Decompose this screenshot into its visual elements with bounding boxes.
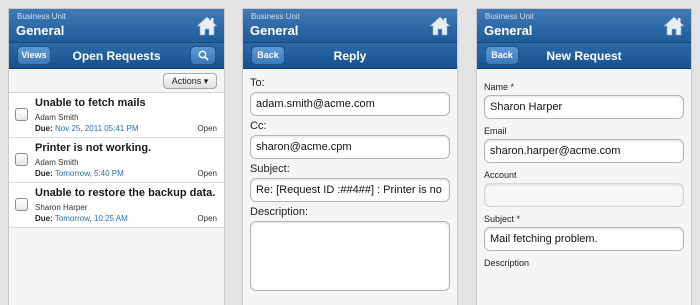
status-text: Open <box>197 124 217 133</box>
requester-name: Sharon Harper <box>35 203 88 212</box>
list-item[interactable]: Unable to fetch mails Adam Smith Due: No… <box>9 93 224 138</box>
business-unit-value[interactable]: General <box>250 23 298 38</box>
toolbar: Views Open Requests <box>9 43 224 69</box>
business-unit-label: Business Unit <box>251 12 300 21</box>
subject-field[interactable]: Re: [Request ID :##4##] : Printer is no <box>250 178 450 202</box>
search-icon <box>198 50 209 61</box>
due-value: Nov 25, 2011 05:41 PM <box>55 124 139 133</box>
app-header: Business Unit General <box>243 9 457 43</box>
select-checkbox[interactable] <box>15 153 28 166</box>
business-unit-value[interactable]: General <box>16 23 64 38</box>
due-value: Tomorrow, 5:40 PM <box>54 169 124 178</box>
requester-name: Adam Smith <box>35 158 79 167</box>
app-header: Business Unit General <box>9 9 224 43</box>
email-field[interactable]: sharon.harper@acme.com <box>484 139 684 163</box>
name-label: Name * <box>484 82 515 92</box>
subject-label: Subject * <box>484 214 521 224</box>
status-text: Open <box>197 214 217 223</box>
to-label: To: <box>250 77 265 89</box>
open-requests-screen: Business Unit General Views Open Request… <box>8 8 225 305</box>
request-list: Unable to fetch mails Adam Smith Due: No… <box>9 93 224 228</box>
due-date: Due: Tomorrow, 10:25 AM <box>35 214 128 223</box>
business-unit-label: Business Unit <box>17 12 66 21</box>
home-icon[interactable] <box>196 15 218 37</box>
name-field[interactable]: Sharon Harper <box>484 95 684 119</box>
home-icon[interactable] <box>663 15 685 37</box>
reply-screen: Business Unit General Back Reply To: ada… <box>242 8 458 305</box>
new-request-screen: Business Unit General Back New Request N… <box>476 8 692 305</box>
page-title: Reply <box>333 49 367 63</box>
to-field[interactable]: adam.smith@acme.com <box>250 92 450 116</box>
select-checkbox[interactable] <box>15 108 28 121</box>
requester-name: Adam Smith <box>35 113 79 122</box>
home-icon[interactable] <box>429 15 451 37</box>
actions-dropdown[interactable]: Actions ▾ <box>163 73 217 89</box>
status-text: Open <box>197 169 217 178</box>
page-title: New Request <box>546 49 622 63</box>
due-label: Due: <box>35 169 53 178</box>
list-item[interactable]: Printer is not working. Adam Smith Due: … <box>9 138 224 183</box>
subject-label: Subject: <box>250 163 290 175</box>
list-item[interactable]: Unable to restore the backup data. Sharo… <box>9 183 224 228</box>
reply-form: To: adam.smith@acme.com Cc: sharon@acme.… <box>243 69 457 291</box>
page-title: Open Requests <box>72 49 161 63</box>
cc-label: Cc: <box>250 120 267 132</box>
request-title: Unable to restore the backup data. <box>35 187 216 199</box>
actions-row: Actions ▾ <box>9 69 224 93</box>
new-request-form: Name * Sharon Harper Email sharon.harper… <box>477 69 691 270</box>
due-value: Tomorrow, 10:25 AM <box>54 214 128 223</box>
due-label: Due: <box>35 124 53 133</box>
views-button[interactable]: Views <box>17 46 51 65</box>
description-label: Description: <box>250 206 309 218</box>
cc-field[interactable]: sharon@acme.cpm <box>250 135 450 159</box>
search-button[interactable] <box>190 46 216 65</box>
due-date: Due: Tomorrow, 5:40 PM <box>35 169 124 178</box>
email-label: Email <box>484 126 507 136</box>
business-unit-value[interactable]: General <box>484 23 532 38</box>
business-unit-label: Business Unit <box>485 12 534 21</box>
select-checkbox[interactable] <box>15 198 28 211</box>
subject-field[interactable]: Mail fetching problem. <box>484 227 684 251</box>
description-label: Description <box>484 258 530 268</box>
request-title: Printer is not working. <box>35 142 152 154</box>
toolbar: Back New Request <box>477 43 691 69</box>
due-label: Due: <box>35 214 53 223</box>
app-header: Business Unit General <box>477 9 691 43</box>
account-label: Account <box>484 170 517 180</box>
account-field[interactable] <box>484 183 684 207</box>
description-field[interactable] <box>250 221 450 291</box>
toolbar: Back Reply <box>243 43 457 69</box>
due-date: Due: Nov 25, 2011 05:41 PM <box>35 124 138 133</box>
request-title: Unable to fetch mails <box>35 97 146 109</box>
